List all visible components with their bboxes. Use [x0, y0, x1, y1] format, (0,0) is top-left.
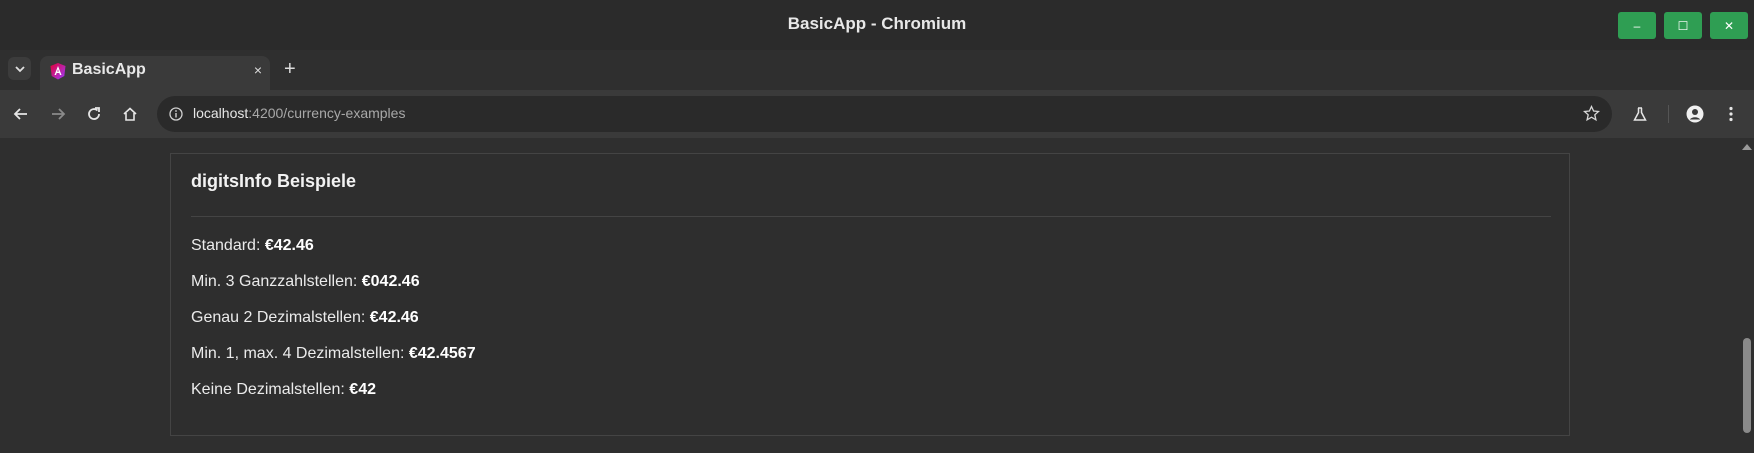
chevron-down-icon [14, 65, 25, 72]
new-tab-button[interactable]: + [284, 58, 296, 80]
url-host: localhost [193, 105, 249, 121]
example-no-decimals: Keine Dezimalstellen: €42 [191, 381, 376, 399]
minimize-button[interactable]: – [1618, 12, 1656, 39]
close-icon: ✕ [1723, 18, 1735, 33]
card-divider [191, 216, 1551, 217]
address-bar[interactable]: localhost:4200/currency-examples [157, 96, 1612, 132]
page-viewport: digitsInfo Beispiele Standard: €42.46 Mi… [0, 138, 1754, 453]
example-value: €42.46 [264, 237, 314, 254]
info-icon[interactable] [169, 107, 183, 121]
example-label: Min. 3 Ganzzahlstellen: [191, 273, 362, 290]
back-button[interactable] [10, 103, 32, 125]
arrow-left-icon [13, 108, 27, 120]
star-icon[interactable] [1583, 105, 1600, 122]
forward-button[interactable] [47, 103, 69, 125]
title-bar: BasicApp - Chromium – ☐ ✕ [0, 0, 1754, 50]
arrow-right-icon [52, 108, 66, 120]
tab-title: BasicApp [72, 61, 146, 78]
example-label: Standard: [191, 237, 265, 254]
profile-icon [1686, 105, 1704, 123]
reload-button[interactable] [83, 103, 105, 125]
window-title: BasicApp - Chromium [787, 14, 967, 33]
close-button[interactable]: ✕ [1710, 12, 1748, 39]
flask-icon [1633, 107, 1647, 121]
card-title: digitsInfo Beispiele [191, 171, 357, 191]
example-label: Keine Dezimalstellen: [191, 381, 350, 398]
browser-toolbar: localhost:4200/currency-examples [0, 90, 1754, 138]
url-path: :4200/currency-examples [248, 105, 406, 121]
kebab-menu-icon [1729, 106, 1733, 122]
profile-button[interactable] [1684, 103, 1706, 125]
labs-button[interactable] [1629, 103, 1651, 125]
example-value: €42.4567 [408, 345, 476, 362]
example-value: €042.46 [361, 273, 420, 290]
tab-basicapp[interactable]: BasicApp × [40, 56, 270, 90]
example-min-max-decimals: Min. 1, max. 4 Dezimalstellen: €42.4567 [191, 345, 476, 363]
scrollbar-thumb[interactable] [1743, 338, 1751, 433]
toolbar-divider [1668, 105, 1669, 123]
reload-icon [88, 107, 100, 120]
angular-logo-icon [50, 63, 66, 80]
page-scrollbar[interactable] [1740, 138, 1754, 453]
example-label: Genau 2 Dezimalstellen: [191, 309, 370, 326]
example-min-integer-digits: Min. 3 Ganzzahlstellen: €042.46 [191, 273, 420, 291]
maximize-icon: ☐ [1677, 18, 1689, 33]
tab-close-icon[interactable]: × [254, 62, 262, 78]
browser-menu-button[interactable] [1720, 103, 1742, 125]
minimize-icon: – [1633, 18, 1641, 33]
example-value: €42.46 [369, 309, 419, 326]
example-standard: Standard: €42.46 [191, 237, 314, 255]
scroll-up-arrow-icon[interactable] [1742, 144, 1752, 150]
home-icon [123, 107, 137, 121]
digitsinfo-card: digitsInfo Beispiele Standard: €42.46 Mi… [170, 153, 1570, 436]
home-button[interactable] [119, 103, 141, 125]
example-value: €42 [349, 381, 376, 398]
tab-search-button[interactable] [8, 57, 31, 80]
example-label: Min. 1, max. 4 Dezimalstellen: [191, 345, 409, 362]
maximize-button[interactable]: ☐ [1664, 12, 1702, 39]
example-exact-decimals: Genau 2 Dezimalstellen: €42.46 [191, 309, 419, 327]
browser-window: BasicApp - Chromium – ☐ ✕ BasicApp × + l… [0, 0, 1754, 453]
url-text[interactable]: localhost:4200/currency-examples [193, 105, 405, 123]
